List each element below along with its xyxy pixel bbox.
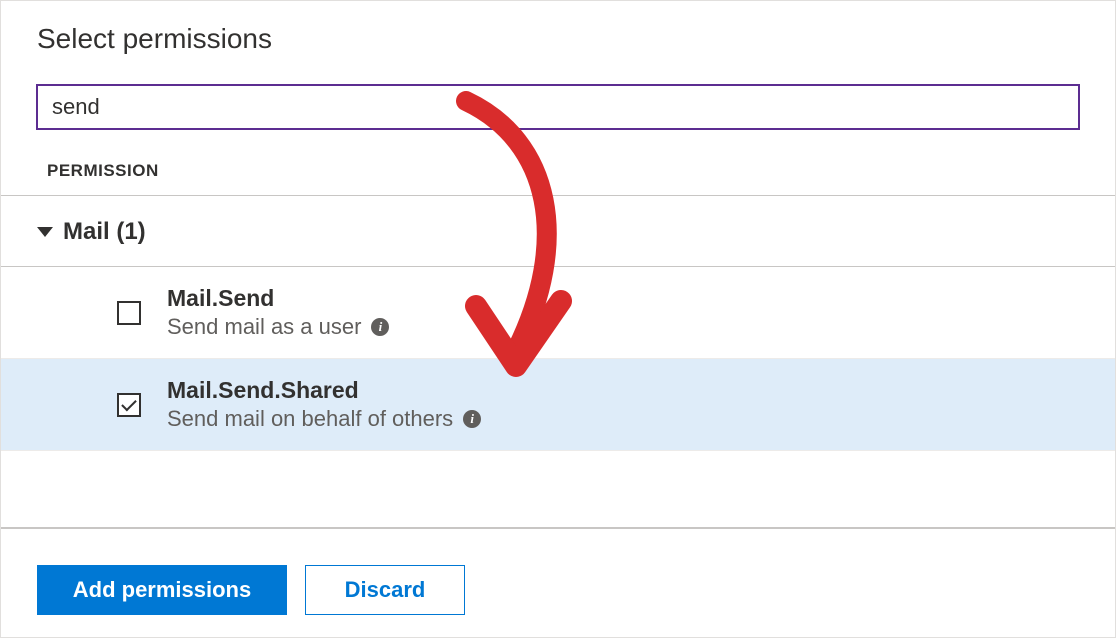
add-permissions-button[interactable]: Add permissions (37, 565, 287, 615)
permission-checkbox[interactable] (117, 393, 141, 417)
group-label: Mail (1) (63, 218, 146, 246)
discard-button[interactable]: Discard (305, 565, 465, 615)
panel-footer: Add permissions Discard (1, 527, 1115, 637)
permission-text: Mail.Send Send mail as a user i (167, 285, 389, 340)
panel-header: Select permissions (1, 1, 1115, 65)
permission-desc-text: Send mail on behalf of others (167, 406, 453, 432)
permission-desc: Send mail on behalf of others i (167, 406, 481, 432)
permission-name: Mail.Send (167, 285, 389, 312)
search-input[interactable] (37, 85, 1079, 129)
permissions-panel: Select permissions PERMISSION Mail (1) M… (0, 0, 1116, 638)
panel-title: Select permissions (37, 23, 1079, 55)
permission-desc-text: Send mail as a user (167, 314, 361, 340)
permission-text: Mail.Send.Shared Send mail on behalf of … (167, 377, 481, 432)
group-header-mail[interactable]: Mail (1) (1, 196, 1115, 267)
search-container (1, 65, 1115, 129)
permission-row[interactable]: Mail.Send Send mail as a user i (1, 267, 1115, 359)
permission-checkbox[interactable] (117, 301, 141, 325)
caret-down-icon (37, 227, 53, 237)
info-icon[interactable]: i (463, 410, 481, 428)
permission-name: Mail.Send.Shared (167, 377, 481, 404)
info-icon[interactable]: i (371, 318, 389, 336)
column-header-row: PERMISSION (1, 129, 1115, 196)
permission-row[interactable]: Mail.Send.Shared Send mail on behalf of … (1, 359, 1115, 451)
permission-desc: Send mail as a user i (167, 314, 389, 340)
column-header-permission: PERMISSION (47, 161, 159, 180)
